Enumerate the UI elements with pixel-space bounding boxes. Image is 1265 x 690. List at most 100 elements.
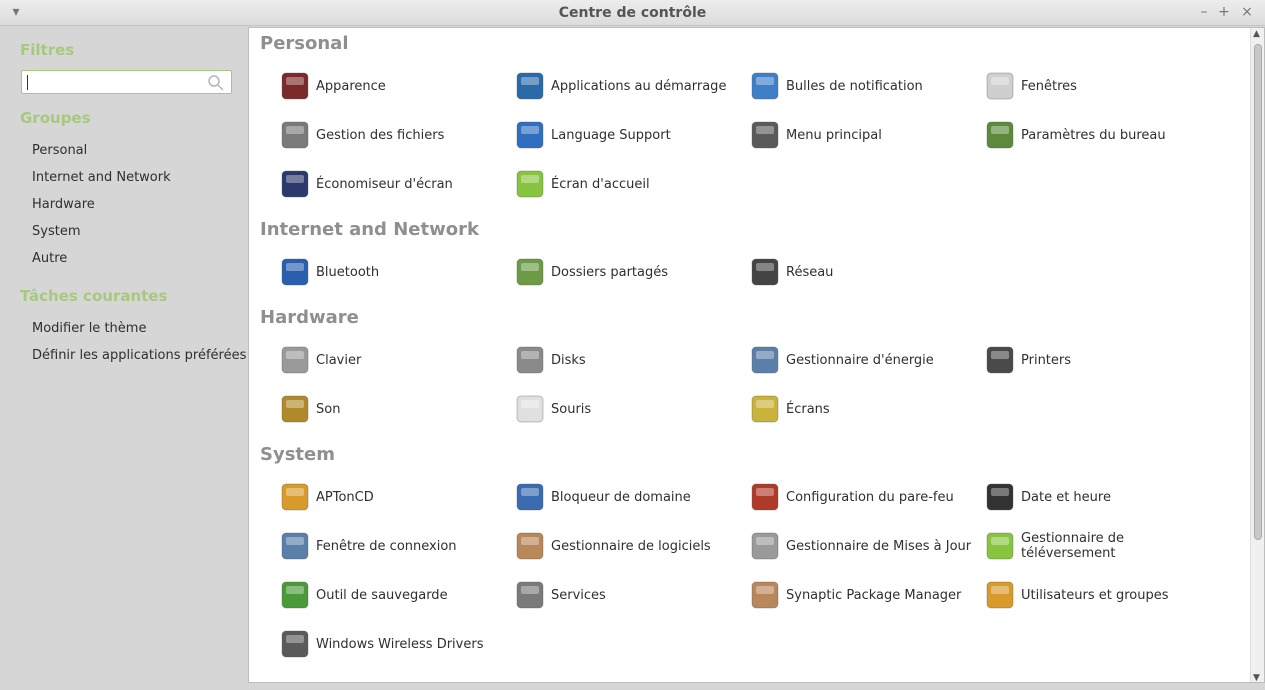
task-preferred-applications[interactable]: Définir les applications préférées (32, 348, 246, 363)
applet-label: APTonCD (316, 489, 374, 505)
applet-label: Clavier (316, 352, 362, 368)
applet-label: Gestionnaire de Mises à Jour (786, 538, 972, 554)
applet-disks[interactable]: Disks (514, 342, 741, 378)
applet-label: Printers (1021, 352, 1072, 368)
update-manager-icon (751, 532, 779, 560)
sidebar-item-internet-network[interactable]: Internet and Network (32, 170, 171, 185)
window-title: Centre de contrôle (558, 5, 707, 21)
applet-power-manager[interactable]: Gestionnaire d'énergie (749, 342, 976, 378)
applet-label: Gestionnaire d'énergie (786, 352, 934, 368)
language-icon (516, 121, 544, 149)
keyboard-icon (281, 346, 309, 374)
minimize-button[interactable]: – (1196, 4, 1212, 20)
scrollbar-thumb[interactable] (1254, 44, 1262, 540)
synaptic-icon (751, 581, 779, 609)
date-time-icon (986, 483, 1014, 511)
applet-label: Applications au démarrage (551, 78, 727, 94)
applet-printer[interactable]: Printers (984, 342, 1211, 378)
applet-notification[interactable]: Bulles de notification (749, 68, 976, 104)
applet-label: Apparence (316, 78, 386, 94)
applet-bluetooth[interactable]: Bluetooth (279, 254, 506, 290)
applet-wireless-drivers[interactable]: Windows Wireless Drivers (279, 626, 506, 662)
applet-shared-folders[interactable]: Dossiers partagés (514, 254, 741, 290)
category-heading: Autre (260, 679, 316, 682)
scroll-down-arrow-icon[interactable]: ▼ (1253, 673, 1260, 682)
domain-blocker-icon (516, 483, 544, 511)
applet-language[interactable]: Language Support (514, 117, 741, 153)
applet-network[interactable]: Réseau (749, 254, 976, 290)
applet-synaptic[interactable]: Synaptic Package Manager (749, 577, 976, 613)
applet-mouse[interactable]: Souris (514, 391, 741, 427)
applet-users-groups[interactable]: Utilisateurs et groupes (984, 577, 1211, 613)
login-window-icon (281, 532, 309, 560)
upload-manager-icon (986, 532, 1014, 560)
applet-label: Économiseur d'écran (316, 176, 453, 192)
users-groups-icon (986, 581, 1014, 609)
applet-label: Utilisateurs et groupes (1021, 587, 1169, 603)
applet-keyboard[interactable]: Clavier (279, 342, 506, 378)
applet-desktop-settings[interactable]: Paramètres du bureau (984, 117, 1211, 153)
notification-icon (751, 72, 779, 100)
search-input[interactable] (21, 70, 232, 94)
applet-backup-tool[interactable]: Outil de sauvegarde (279, 577, 506, 613)
applet-label: Son (316, 401, 341, 417)
category-heading: Personal (260, 33, 349, 54)
applet-screensaver[interactable]: Économiseur d'écran (279, 166, 506, 202)
applet-label: Language Support (551, 127, 671, 143)
maximize-button[interactable]: + (1216, 4, 1232, 20)
close-button[interactable]: × (1239, 4, 1255, 20)
category-heading: Hardware (260, 307, 359, 328)
screensaver-icon (281, 170, 309, 198)
file-manager-icon (281, 121, 309, 149)
applet-startup-applications[interactable]: Applications au démarrage (514, 68, 741, 104)
applet-main-menu[interactable]: Menu principal (749, 117, 976, 153)
applet-file-manager[interactable]: Gestion des fichiers (279, 117, 506, 153)
applet-label: Menu principal (786, 127, 882, 143)
task-modify-theme[interactable]: Modifier le thème (32, 321, 146, 336)
applet-aptoncd[interactable]: APTonCD (279, 479, 506, 515)
applet-label: Fenêtres (1021, 78, 1077, 94)
applet-label: Bloqueur de domaine (551, 489, 691, 505)
applet-software-manager[interactable]: Gestionnaire de logiciels (514, 528, 741, 564)
applet-label: Écrans (786, 401, 830, 417)
applet-upload-manager[interactable]: Gestionnaire de téléversement (984, 528, 1211, 564)
main-menu-icon (751, 121, 779, 149)
text-caret (27, 75, 28, 90)
applet-label: Disks (551, 352, 586, 368)
network-icon (751, 258, 779, 286)
applet-displays[interactable]: Écrans (749, 391, 976, 427)
applet-firewall[interactable]: Configuration du pare-feu (749, 479, 976, 515)
category-heading: Internet and Network (260, 219, 479, 240)
applet-label: Synaptic Package Manager (786, 587, 962, 603)
applet-date-time[interactable]: Date et heure (984, 479, 1211, 515)
groups-heading: Groupes (20, 109, 91, 127)
login-screen-icon (516, 170, 544, 198)
applet-login-screen[interactable]: Écran d'accueil (514, 166, 741, 202)
sidebar-item-hardware[interactable]: Hardware (32, 197, 95, 212)
applet-windows[interactable]: Fenêtres (984, 68, 1211, 104)
applet-update-manager[interactable]: Gestionnaire de Mises à Jour (749, 528, 976, 564)
aptoncd-icon (281, 483, 309, 511)
category-heading: System (260, 444, 335, 465)
power-manager-icon (751, 346, 779, 374)
applet-label: Bluetooth (316, 264, 380, 280)
applet-sound[interactable]: Son (279, 391, 506, 427)
applet-appearance[interactable]: Apparence (279, 68, 506, 104)
applet-label: Paramètres du bureau (1021, 127, 1166, 143)
title-bar[interactable]: ▾ Centre de contrôle – + × (0, 0, 1265, 26)
control-center-window: ▾ Centre de contrôle – + × Filtres Group… (0, 0, 1265, 690)
scroll-up-arrow-icon[interactable]: ▲ (1253, 29, 1260, 39)
disks-icon (516, 346, 544, 374)
sidebar-item-system[interactable]: System (32, 224, 80, 239)
applet-label: Réseau (786, 264, 834, 280)
applet-services[interactable]: Services (514, 577, 741, 613)
sidebar-item-autre[interactable]: Autre (32, 251, 67, 266)
applet-label: Outil de sauvegarde (316, 587, 448, 603)
printer-icon (986, 346, 1014, 374)
applet-login-window[interactable]: Fenêtre de connexion (279, 528, 506, 564)
applet-label: Date et heure (1021, 489, 1111, 505)
sidebar-item-personal[interactable]: Personal (32, 143, 87, 158)
applet-domain-blocker[interactable]: Bloqueur de domaine (514, 479, 741, 515)
vertical-scrollbar[interactable]: ▲ ▼ (1250, 28, 1264, 682)
applet-label: Configuration du pare-feu (786, 489, 954, 505)
